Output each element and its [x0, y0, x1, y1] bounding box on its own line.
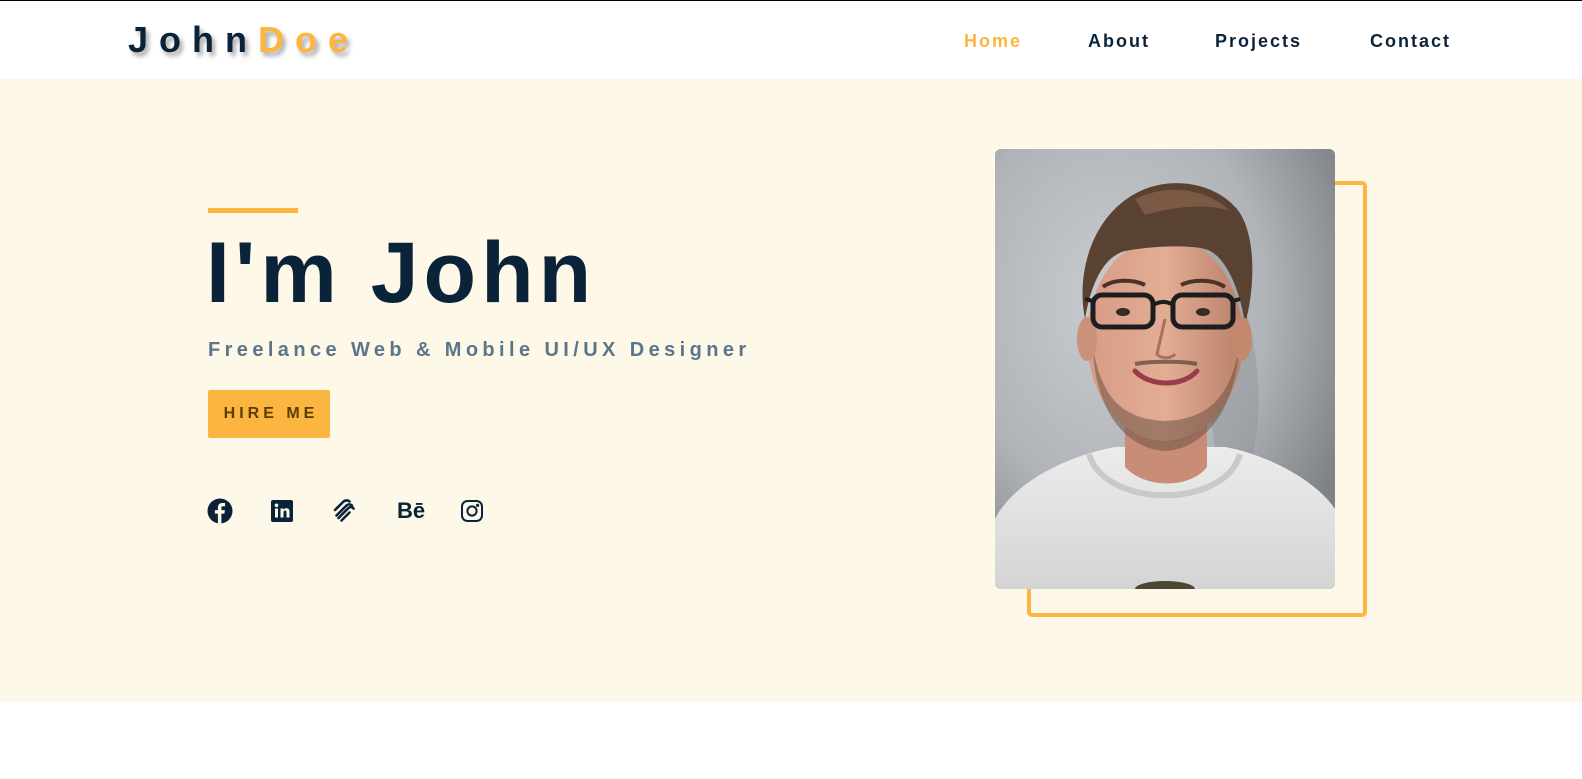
main-menu: Home About Projects Contact: [0, 29, 1582, 53]
hire-me-button[interactable]: HIRE ME: [208, 390, 330, 438]
navbar: JohnDoe Home About Projects Contact: [0, 1, 1582, 79]
hero-section: I'm John Freelance Web & Mobile UI/UX De…: [0, 79, 1582, 702]
linkedin-icon[interactable]: [268, 497, 296, 525]
nav-contact-link[interactable]: Contact: [1370, 29, 1451, 53]
social-links: Bē: [206, 497, 506, 525]
behance-icon[interactable]: Bē: [394, 497, 428, 525]
nav-about-link[interactable]: About: [1088, 29, 1150, 53]
instagram-icon[interactable]: [458, 497, 486, 525]
title-accent-bar: [208, 208, 298, 213]
hero-subtitle: Freelance Web & Mobile UI/UX Designer: [208, 339, 751, 361]
nav-home-link[interactable]: Home: [964, 29, 1022, 53]
hero-title: I'm John: [206, 225, 597, 321]
profile-photo: [995, 149, 1335, 589]
facebook-icon[interactable]: [206, 497, 234, 525]
nav-projects-link[interactable]: Projects: [1215, 29, 1302, 53]
squarespace-icon[interactable]: [330, 497, 358, 525]
